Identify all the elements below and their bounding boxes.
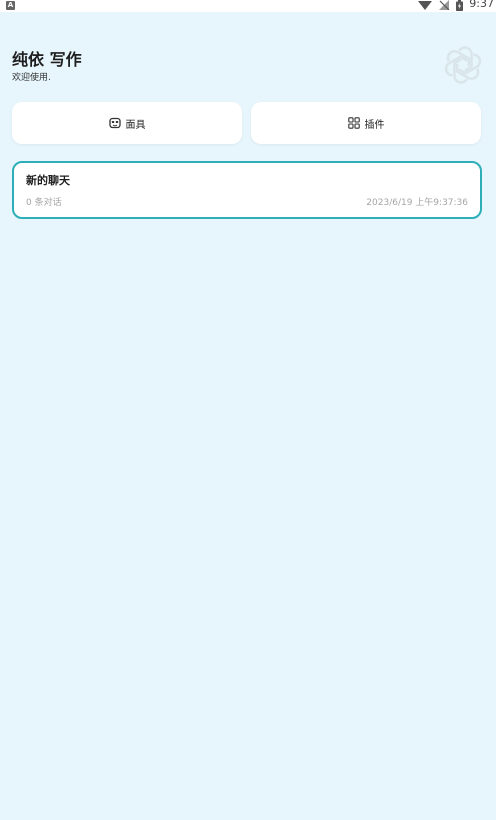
app-subtitle: 欢迎使用. <box>12 73 51 83</box>
grid-icon <box>347 117 360 129</box>
masks-button[interactable]: 面具 <box>12 102 242 144</box>
chat-timestamp: 2023/6/19 上午9:37:36 <box>366 198 468 208</box>
app-title: 纯依 写作 <box>12 50 82 69</box>
battery-icon <box>456 0 464 11</box>
mask-icon <box>108 117 121 129</box>
plugins-label: 插件 <box>364 119 385 131</box>
chat-title: 新的聊天 <box>26 174 70 187</box>
chat-list-item[interactable]: 新的聊天 0 条对话 2023/6/19 上午9:37:36 <box>12 161 482 219</box>
wifi-icon <box>418 1 433 10</box>
masks-label: 面具 <box>125 119 146 131</box>
openai-logo-icon <box>444 46 482 84</box>
plugins-button[interactable]: 插件 <box>251 102 481 144</box>
status-bar: A 9:37 <box>0 0 496 12</box>
status-icons: 9:37 <box>418 0 494 11</box>
status-time: 9:37 <box>469 0 494 10</box>
chat-message-count: 0 条对话 <box>26 198 62 208</box>
no-signal-icon <box>439 0 450 10</box>
a-icon: A <box>6 1 15 10</box>
